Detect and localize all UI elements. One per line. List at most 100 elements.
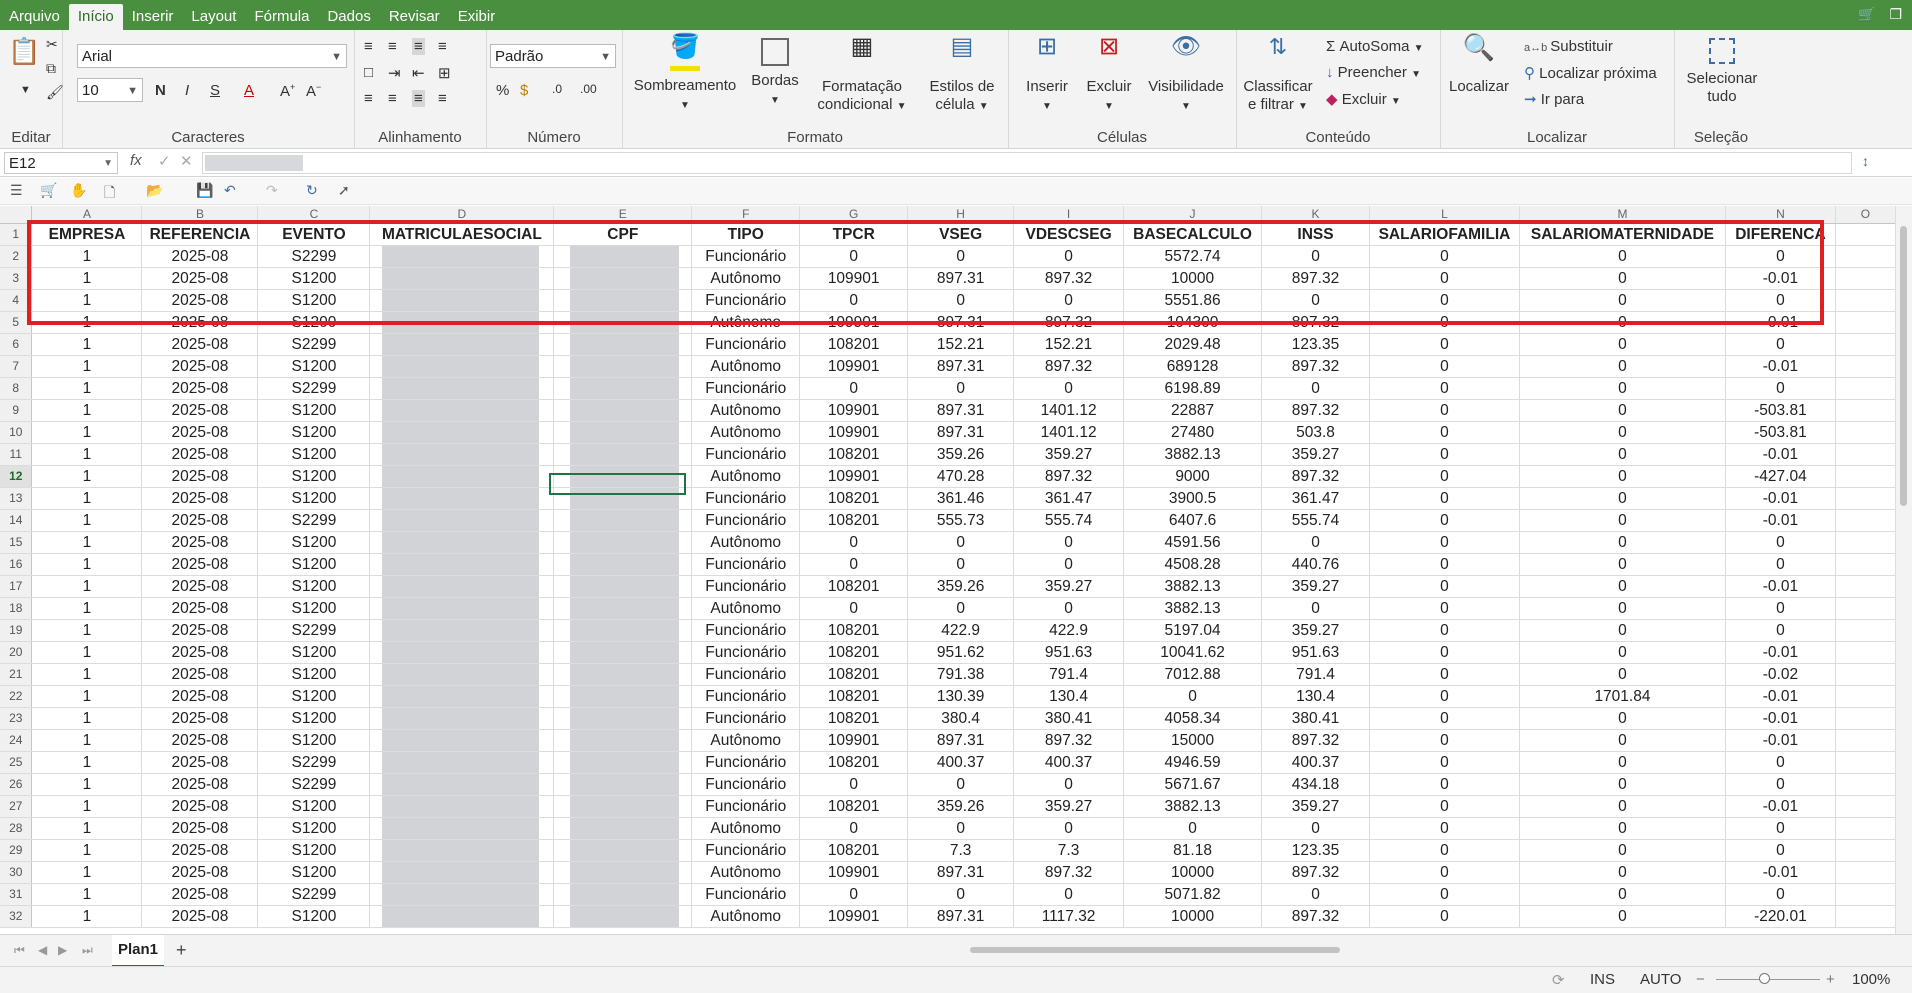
cell[interactable]: 0 [1519,795,1726,818]
select-all-corner[interactable] [0,206,33,224]
cell[interactable]: 897.32 [1261,905,1370,928]
zoom-in-icon[interactable]: + [1826,971,1835,988]
visibilidade-button[interactable]: 👁 Visibilidade ▼ [1140,35,1232,116]
align-right-icon[interactable]: ≡ [438,90,447,107]
cell[interactable]: Autônomo [691,399,801,422]
redacted-cell[interactable] [553,355,693,378]
cell[interactable]: 359.27 [1013,795,1125,818]
cell[interactable]: 0 [1519,553,1726,576]
cell[interactable]: -0.01 [1725,641,1836,664]
cell[interactable]: 2025-08 [141,597,259,620]
cell[interactable]: 0 [1725,597,1836,620]
redacted-cell[interactable] [553,663,693,686]
cell[interactable]: 359.27 [1013,443,1125,466]
vertical-scroll-thumb[interactable] [1900,226,1907,506]
cell[interactable]: 2025-08 [141,267,259,290]
cell[interactable]: Funcionário [691,245,801,268]
cell[interactable]: 1 [31,553,143,576]
redacted-cell[interactable] [369,421,555,444]
cell[interactable]: 2025-08 [141,553,259,576]
row-header[interactable]: 11 [0,443,33,466]
cell[interactable]: 0 [1519,641,1726,664]
redacted-cell[interactable] [553,773,693,796]
cell[interactable]: 2025-08 [141,883,259,906]
header-cell[interactable]: CPF [553,223,693,246]
row-header[interactable]: 1 [0,223,33,246]
row-header[interactable]: 32 [0,905,33,928]
cell[interactable]: S1200 [257,421,371,444]
cell[interactable] [1835,773,1896,796]
cell[interactable]: 1 [31,707,143,730]
cell[interactable] [1835,905,1896,928]
cell[interactable]: 0 [799,289,909,312]
cell[interactable]: 152.21 [1013,333,1125,356]
cell[interactable]: 108201 [799,707,909,730]
cell[interactable]: S1200 [257,707,371,730]
cell[interactable]: 0 [1261,597,1370,620]
redacted-cell[interactable] [553,729,693,752]
menu-icon[interactable]: ☰ [10,182,23,199]
cell[interactable]: Funcionário [691,663,801,686]
cell[interactable]: 0 [1369,773,1520,796]
redacted-cell[interactable] [369,905,555,928]
cell[interactable]: Funcionário [691,839,801,862]
header-cell[interactable]: EVENTO [257,223,371,246]
cell[interactable]: 3882.13 [1123,597,1263,620]
cell[interactable]: Funcionário [691,795,801,818]
cell[interactable]: 503.8 [1261,421,1370,444]
header-cell[interactable]: INSS [1261,223,1370,246]
cell[interactable]: 0 [1369,905,1520,928]
cell[interactable]: 2025-08 [141,289,259,312]
spreadsheet-grid[interactable]: A B C D E F G H I J K L M N O 1 EMPRESA REFERENCIA EVENTO M… [0,206,1896,934]
redacted-cell[interactable] [553,399,693,422]
cell[interactable] [1835,575,1896,598]
cell[interactable]: 0 [1013,817,1125,840]
cell[interactable]: S1200 [257,729,371,752]
cell[interactable]: 0 [1725,619,1836,642]
cell[interactable]: 0 [1013,883,1125,906]
cell[interactable]: -0.01 [1725,311,1836,334]
redacted-cell[interactable] [553,289,693,312]
menu-item[interactable]: Fórmula [245,4,318,30]
cell[interactable]: 897.32 [1013,465,1125,488]
row-header[interactable]: 15 [0,531,33,554]
header-cell[interactable]: SALARIOFAMILIA [1369,223,1520,246]
redacted-cell[interactable] [369,685,555,708]
font-size-select[interactable]: 10 ▼ [77,78,143,102]
cell[interactable]: S1200 [257,575,371,598]
cell[interactable]: 359.27 [1013,575,1125,598]
cell[interactable]: 27480 [1123,421,1263,444]
column-header[interactable]: G [799,206,909,224]
zoom-out-icon[interactable]: − [1696,971,1705,988]
row-header[interactable]: 20 [0,641,33,664]
cell[interactable]: 2029.48 [1123,333,1263,356]
cell[interactable]: 359.27 [1261,575,1370,598]
redacted-cell[interactable] [369,641,555,664]
horizontal-scroll-thumb[interactable] [970,947,1340,953]
decrease-decimal-icon[interactable]: .00 [580,82,597,96]
cell[interactable]: 5572.74 [1123,245,1263,268]
cell[interactable]: 0 [799,553,909,576]
cell[interactable]: 0 [1369,509,1520,532]
cell[interactable]: 1 [31,597,143,620]
border-icon[interactable]: □ [364,64,373,81]
cell[interactable]: 0 [1519,421,1726,444]
cell[interactable]: 108201 [799,575,909,598]
cell[interactable]: S1200 [257,839,371,862]
cell[interactable]: 1 [31,883,143,906]
cell[interactable]: 5197.04 [1123,619,1263,642]
cell[interactable]: 2025-08 [141,465,259,488]
cell[interactable]: 0 [1123,817,1263,840]
cell[interactable]: S2299 [257,619,371,642]
cell[interactable] [1835,597,1896,620]
cell[interactable]: S1200 [257,685,371,708]
cell[interactable]: 897.31 [907,399,1015,422]
cell[interactable]: 897.32 [1013,355,1125,378]
cell[interactable]: 104300 [1123,311,1263,334]
redacted-cell[interactable] [553,575,693,598]
new-file-icon[interactable]: 🗋 [104,182,115,206]
cell[interactable]: Autônomo [691,421,801,444]
cell[interactable]: 4946.59 [1123,751,1263,774]
cell[interactable]: 440.76 [1261,553,1370,576]
cell[interactable] [1835,487,1896,510]
